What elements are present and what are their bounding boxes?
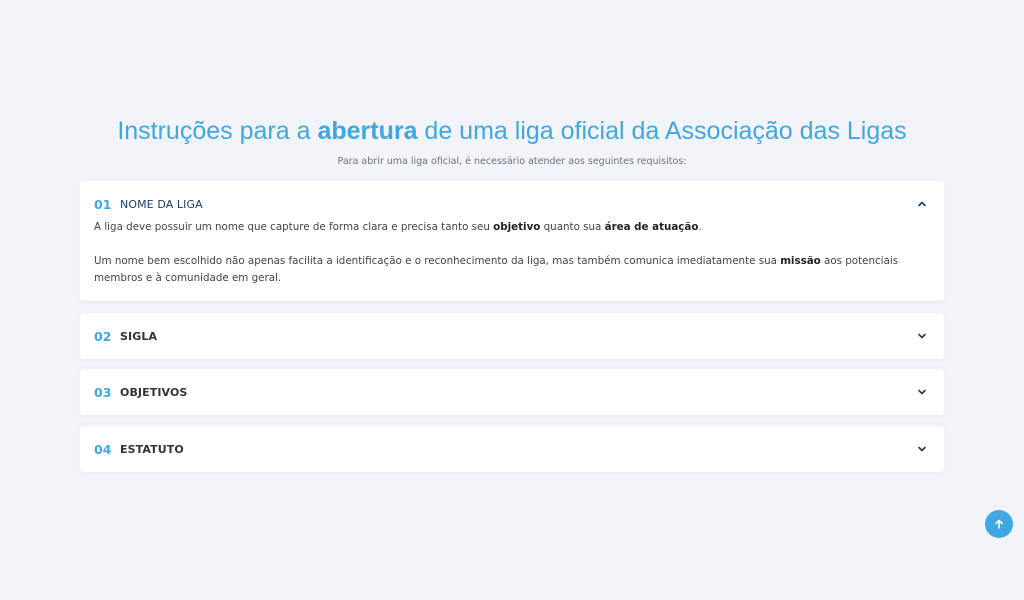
page: Instruções para a abertura de uma liga o… [0, 0, 1024, 600]
arrow-up-icon [995, 519, 1003, 529]
text-segment: Um nome bem escolhido não apenas facilit… [94, 255, 781, 267]
page-title-start: Instruções para a [117, 117, 318, 145]
faq-number: 02 [94, 328, 112, 344]
page-subtitle: Para abrir uma liga oficial, é necessári… [337, 156, 687, 167]
faq-title: ESTATUTO [120, 442, 184, 456]
faq-paragraph: Um nome bem escolhido não apenas facilit… [94, 253, 930, 287]
bold-text: missão [780, 255, 821, 267]
faq-header-nome-da-liga[interactable]: 01 NOME DA LIGA [80, 181, 944, 227]
faq-title: NOME DA LIGA [120, 197, 203, 211]
page-title: Instruções para a abertura de uma liga o… [0, 117, 1024, 146]
faq-number: 01 [94, 196, 112, 212]
faq-header-objetivos[interactable]: 03 OBJETIVOS [80, 369, 944, 415]
faq-item-nome-da-liga: 01 NOME DA LIGA A liga deve possuir um n… [80, 181, 944, 301]
chevron-down-icon[interactable] [916, 443, 928, 455]
faq-title: SIGLA [120, 329, 158, 343]
faq-title: OBJETIVOS [120, 385, 188, 399]
faq-number: 04 [94, 441, 112, 457]
chevron-down-icon[interactable] [916, 330, 928, 342]
page-title-highlight: abertura [317, 117, 418, 145]
chevron-down-icon[interactable] [916, 386, 928, 398]
scroll-to-top-button[interactable] [985, 510, 1013, 538]
faq-item-objetivos: 03 OBJETIVOS [80, 369, 944, 415]
faq-item-estatuto: 04 ESTATUTO [80, 426, 944, 472]
faq-number: 03 [94, 384, 112, 400]
page-title-end: de uma liga oficial da Associação das Li… [417, 117, 907, 145]
chevron-up-icon[interactable] [916, 198, 928, 210]
faq-header-sigla[interactable]: 02 SIGLA [80, 313, 944, 359]
faq-content-nome-da-liga: A liga deve possuir um nome que capture … [80, 219, 944, 301]
faq-item-sigla: 02 SIGLA [80, 313, 944, 359]
faq-header-estatuto[interactable]: 04 ESTATUTO [80, 426, 944, 472]
